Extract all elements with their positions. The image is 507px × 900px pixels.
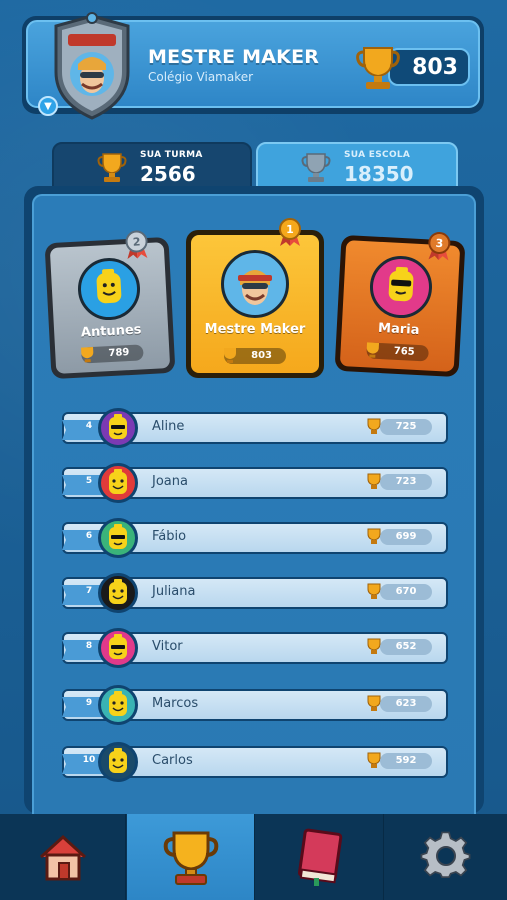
rank-number: 3 bbox=[435, 237, 443, 250]
avatar bbox=[98, 742, 138, 782]
nav-ranking[interactable] bbox=[127, 814, 255, 900]
podium-score: 789 bbox=[81, 344, 144, 364]
avatar bbox=[76, 256, 142, 322]
player-name: Marcos bbox=[152, 696, 199, 711]
lego-face-icon bbox=[109, 748, 127, 773]
rank-badge-1-icon: 1 bbox=[279, 218, 301, 246]
book-icon bbox=[297, 828, 342, 886]
player-name: Carlos bbox=[152, 753, 193, 768]
player-score: 623 bbox=[380, 696, 432, 712]
avatar bbox=[98, 408, 138, 448]
school-name: Colégio Viamaker bbox=[148, 70, 254, 84]
trophy-icon bbox=[301, 153, 331, 182]
player-score: 699 bbox=[380, 529, 432, 545]
ranking-row[interactable]: 9 Marcos 623 bbox=[62, 685, 450, 725]
nav-settings[interactable] bbox=[385, 814, 507, 900]
avatar bbox=[98, 685, 138, 725]
podium-score-value: 803 bbox=[251, 350, 272, 361]
nav-book[interactable] bbox=[256, 814, 384, 900]
podium-card-3[interactable]: Maria 765 3 bbox=[334, 231, 466, 378]
rank-number: 6 bbox=[85, 531, 93, 541]
rank-badge-3-icon: 3 bbox=[428, 231, 451, 261]
lego-face-icon bbox=[109, 414, 127, 439]
rank-number: 7 bbox=[85, 586, 93, 596]
ranking-row[interactable]: 8 Vitor 652 bbox=[62, 628, 450, 668]
avatar bbox=[98, 628, 138, 668]
trophy-icon bbox=[356, 47, 400, 89]
rank-number: 2 bbox=[132, 235, 140, 248]
ranking-row[interactable]: 4 Aline 725 bbox=[62, 408, 450, 448]
rank-number: 4 bbox=[85, 421, 93, 431]
ranking-row[interactable]: 10 Carlos 592 bbox=[62, 742, 450, 782]
player-name: Juliana bbox=[152, 584, 196, 599]
tab-sua-turma[interactable]: SUA TURMA 2566 bbox=[52, 142, 252, 188]
rank-number: 9 bbox=[85, 698, 93, 708]
avatar bbox=[368, 254, 434, 320]
mestre-maker-avatar-icon bbox=[238, 270, 272, 305]
lego-face-icon bbox=[96, 268, 122, 304]
lego-face-icon bbox=[109, 634, 127, 659]
lego-face-icon bbox=[109, 524, 127, 549]
player-name: Vitor bbox=[152, 639, 183, 654]
player-score: 670 bbox=[380, 584, 432, 600]
rank-number: 10 bbox=[82, 755, 96, 765]
tab-label: SUA ESCOLA bbox=[344, 150, 411, 160]
gear-icon bbox=[420, 831, 471, 879]
podium-score: 765 bbox=[366, 342, 429, 362]
rank-number: 1 bbox=[286, 223, 294, 236]
podium-card-2[interactable]: Antunes 789 2 bbox=[44, 230, 176, 380]
player-score: 592 bbox=[380, 753, 432, 769]
avatar bbox=[98, 518, 138, 558]
avatar-shield-icon[interactable] bbox=[50, 12, 134, 122]
ranking-row[interactable]: 6 Fábio 699 bbox=[62, 518, 450, 558]
tab-label: SUA TURMA bbox=[140, 150, 203, 160]
ranking-row[interactable]: 5 Joana 723 bbox=[62, 463, 450, 503]
lego-face-icon bbox=[109, 691, 127, 716]
nav-home[interactable] bbox=[0, 814, 126, 900]
podium-name: Mestre Maker bbox=[204, 322, 306, 337]
profile-header-panel: MESTRE MAKER Colégio Viamaker 803 bbox=[26, 12, 480, 120]
ranking-row[interactable]: 7 Juliana 670 bbox=[62, 573, 450, 613]
tab-value: 2566 bbox=[140, 162, 196, 186]
podium-score-value: 765 bbox=[393, 345, 415, 358]
podium-score-value: 789 bbox=[108, 347, 130, 360]
rank-number: 8 bbox=[85, 641, 93, 651]
player-score: 723 bbox=[380, 474, 432, 490]
podium-card-1[interactable]: Mestre Maker 803 1 bbox=[186, 218, 324, 378]
total-score-value: 803 bbox=[412, 55, 458, 80]
tab-sua-escola[interactable]: SUA ESCOLA 18350 bbox=[256, 142, 458, 188]
trophy-icon bbox=[366, 342, 380, 358]
player-name: Fábio bbox=[152, 529, 187, 544]
tab-value: 18350 bbox=[344, 162, 414, 186]
player-name: Joana bbox=[152, 474, 188, 489]
trophy-icon bbox=[224, 348, 236, 363]
trophy-icon bbox=[81, 346, 94, 363]
rank-badge-2-icon: 2 bbox=[125, 230, 148, 260]
avatar bbox=[98, 463, 138, 503]
player-name: Aline bbox=[152, 419, 185, 434]
bottom-nav bbox=[0, 814, 507, 900]
profile-header: MESTRE MAKER Colégio Viamaker 803 ▼ bbox=[22, 12, 484, 120]
podium-score: 803 bbox=[224, 348, 286, 364]
lego-face-icon bbox=[109, 579, 127, 604]
trophy-icon bbox=[97, 153, 127, 182]
player-score: 652 bbox=[380, 639, 432, 655]
player-name: MESTRE MAKER bbox=[148, 46, 320, 68]
rank-number: 5 bbox=[85, 476, 93, 486]
lego-face-cool-icon bbox=[388, 266, 414, 302]
player-score: 725 bbox=[380, 419, 432, 435]
trophy-icon bbox=[163, 831, 218, 885]
avatar bbox=[98, 573, 138, 613]
profile-dropdown-button[interactable]: ▼ bbox=[38, 96, 58, 116]
home-icon bbox=[39, 834, 86, 881]
avatar bbox=[221, 250, 289, 318]
lego-face-icon bbox=[109, 469, 127, 494]
